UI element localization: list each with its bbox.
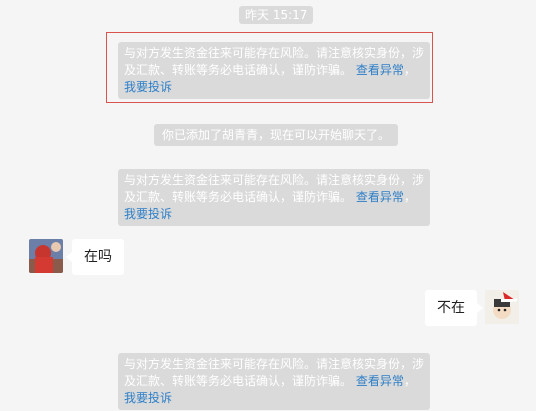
view-abnormal-link[interactable]: 查看异常 <box>356 190 404 204</box>
risk-notice-3: 与对方发生资金往来可能存在风险。请注意核实身份，涉及汇款、转账等务必电话确认，谨… <box>118 353 430 410</box>
report-link[interactable]: 我要投诉 <box>124 391 172 405</box>
timestamp-label: 昨天 15:17 <box>239 6 314 24</box>
link-separator: ， <box>403 63 416 77</box>
message-text: 在吗 <box>84 249 112 265</box>
contact-avatar[interactable] <box>29 239 63 273</box>
self-avatar[interactable] <box>485 290 519 324</box>
report-link[interactable]: 我要投诉 <box>124 80 172 94</box>
friend-added-notice: 你已添加了胡青青，现在可以开始聊天了。 <box>154 124 399 146</box>
link-separator: ， <box>403 374 416 388</box>
message-bubble-incoming[interactable]: 在吗 <box>66 239 124 275</box>
view-abnormal-link[interactable]: 查看异常 <box>356 374 404 388</box>
risk-notice-2: 与对方发生资金往来可能存在风险。请注意核实身份，涉及汇款、转账等务必电话确认，谨… <box>118 169 430 226</box>
view-abnormal-link[interactable]: 查看异常 <box>356 63 404 77</box>
self-avatar-image <box>485 290 519 324</box>
link-separator: ， <box>403 190 416 204</box>
message-text: 不在 <box>437 300 465 316</box>
risk-notice-1: 与对方发生资金往来可能存在风险。请注意核实身份，涉及汇款、转账等务必电话确认，谨… <box>118 42 430 99</box>
message-bubble-outgoing[interactable]: 不在 <box>425 290 483 326</box>
report-link[interactable]: 我要投诉 <box>124 207 172 221</box>
contact-avatar-image <box>29 239 63 273</box>
